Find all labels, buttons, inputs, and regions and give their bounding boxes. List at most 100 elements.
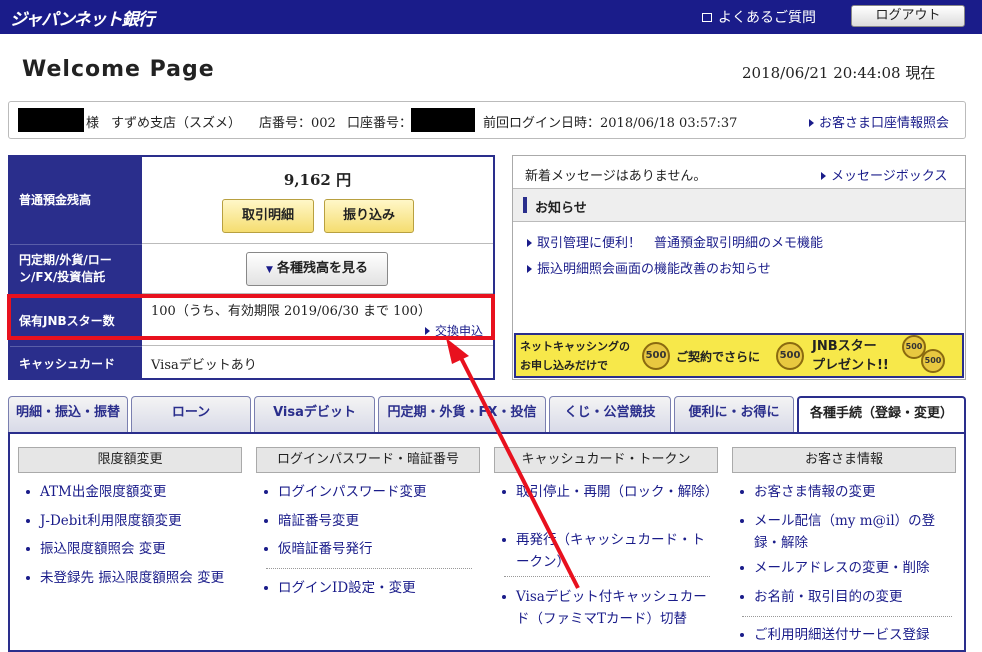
notice-header: お知らせ (513, 188, 965, 222)
category-tabs: 明細・振込・振替 ローン Visaデビット 円定期・外貨・FX・投信 くじ・公営… (8, 396, 966, 436)
banner-left-text: ネットキャッシングの お申し込みだけで (520, 337, 630, 375)
bullet (26, 519, 30, 523)
bullet (264, 586, 268, 590)
faq-label: よくあるご質問 (718, 10, 816, 26)
transaction-history-button[interactable]: 取引明細 (222, 199, 314, 233)
column-heading: お客さま情報 (732, 447, 956, 473)
view-balances-button[interactable]: ▼ 各種残高を見る (246, 252, 388, 286)
cash-card-value: Visaデビットあり (151, 358, 257, 373)
jnb-star-banner[interactable]: ネットキャッシングの お申し込みだけで 500 ご契約でさらに 500 JNBス… (514, 333, 964, 378)
list-item[interactable]: メールアドレスの変更・削除 (740, 557, 954, 579)
notice-item[interactable]: 取引管理に便利！ 普通預金取引明細のメモ機能 (527, 232, 823, 251)
banner-line1: ネットキャッシングの (520, 340, 630, 353)
item-label: 仮暗証番号発行 (278, 541, 373, 557)
bullet (264, 490, 268, 494)
item-label: 振込限度額照会 変更 (40, 541, 166, 557)
message-box-link[interactable]: メッセージボックス (821, 165, 947, 184)
tab-visa-debit[interactable]: Visaデビット (254, 396, 375, 432)
transfer-button[interactable]: 振り込み (324, 199, 414, 233)
arrow-right-icon (527, 265, 532, 273)
item-label: ログインパスワード変更 (278, 484, 427, 500)
list-item[interactable]: J-Debit利用限度額変更 (26, 510, 182, 532)
logout-button[interactable]: ログアウト (851, 5, 965, 27)
message-box-label: メッセージボックス (831, 169, 948, 184)
notice-text: 取引管理に便利！ 普通預金取引明細のメモ機能 (537, 236, 824, 251)
notice-item[interactable]: 振込明細照会画面の機能改善のお知らせ (527, 258, 771, 277)
arrow-right-icon (809, 119, 814, 127)
bullet (502, 595, 506, 599)
item-label: お名前・取引目的の変更 (754, 589, 903, 605)
tab-lottery[interactable]: くじ・公営競技 (549, 396, 671, 432)
new-message-status: 新着メッセージはありません。 (525, 169, 707, 184)
item-label: ご利用明細送付サービス登録 (754, 627, 930, 643)
list-item[interactable]: ご利用明細送付サービス登録 (740, 624, 954, 646)
current-datetime: 2018/06/21 20:44:08 現在 (742, 64, 936, 82)
item-label: お客さま情報の変更 (754, 484, 876, 500)
list-item[interactable]: お客さま情報の変更 (740, 481, 954, 503)
redacted-name (18, 108, 84, 132)
redacted-account-number (411, 108, 475, 132)
notice-heading: お知らせ (535, 201, 587, 216)
star-coin-icon: 500 (642, 342, 670, 370)
bullet (740, 633, 744, 637)
chevron-down-icon: ▼ (266, 265, 273, 275)
item-label: 取引停止・再開（ロック・解除） (516, 484, 719, 500)
bullet (740, 519, 744, 523)
list-item[interactable]: Visaデビット付キャッシュカード（ファミマTカード）切替 (502, 586, 712, 630)
list-item[interactable]: 暗証番号変更 (264, 510, 359, 532)
item-label: 再発行（キャッシュカード・トークン） (516, 532, 705, 570)
item-label: 未登録先 振込限度額照会 変更 (40, 570, 225, 586)
divider (504, 576, 710, 577)
bullet (26, 576, 30, 580)
tab-loan[interactable]: ローン (131, 396, 251, 432)
bullet (502, 490, 506, 494)
banner-right-line2: プレゼント!! (812, 358, 889, 373)
procedures-content: 限度額変更 ATM出金限度額変更 J-Debit利用限度額変更 振込限度額照会 … (8, 432, 966, 652)
bullet (264, 547, 268, 551)
faq-link[interactable]: よくあるご質問 (702, 7, 816, 27)
branch-name: すずめ支店（スズメ） (111, 116, 242, 131)
list-item[interactable]: 取引停止・再開（ロック・解除） (502, 481, 718, 503)
item-label: メール配信（my m@il）の登録・解除 (754, 513, 936, 551)
tab-convenience[interactable]: 便利に・お得に (674, 396, 794, 432)
account-info-link[interactable]: お客さま口座情報照会 (809, 112, 949, 131)
savings-amount: 9,162 円 (283, 171, 352, 189)
honorific: 様 (86, 116, 100, 131)
list-item[interactable]: ATM出金限度額変更 (26, 481, 166, 503)
banner-right-line1: JNBスター (812, 339, 877, 354)
branch-number: 店番号：002 (259, 116, 336, 131)
list-item[interactable]: お名前・取引目的の変更 (740, 586, 954, 608)
cash-card-cell: Visaデビットあり (142, 346, 493, 380)
tab-deposits-fx[interactable]: 円定期・外貨・FX・投信 (378, 396, 546, 432)
item-label: 暗証番号変更 (278, 513, 359, 529)
bullet (26, 490, 30, 494)
list-item[interactable]: 仮暗証番号発行 (264, 538, 373, 560)
star-coin-icon: 500 (921, 349, 945, 373)
list-item[interactable]: ログインパスワード変更 (264, 481, 427, 503)
savings-label: 普通預金残高 (10, 157, 142, 244)
other-products-label: 円定期/外貨/ローン/FX/投資信託 (10, 244, 142, 294)
divider (742, 616, 952, 617)
tab-procedures[interactable]: 各種手続（登録・変更） (797, 396, 966, 436)
list-item[interactable]: 振込限度額照会 変更 (26, 538, 166, 560)
account-number-label: 口座番号： (347, 116, 413, 131)
list-item[interactable]: メール配信（my m@il）の登録・解除 (740, 510, 954, 554)
window-icon (702, 13, 712, 22)
tab-statements[interactable]: 明細・振込・振替 (8, 396, 128, 432)
list-item[interactable]: 未登録先 振込限度額照会 変更 (26, 567, 225, 589)
list-item[interactable]: 再発行（キャッシュカード・トークン） (502, 529, 712, 573)
bullet (740, 490, 744, 494)
star-coin-icon: 500 (776, 342, 804, 370)
page-title: Welcome Page (22, 57, 215, 82)
bullet (740, 566, 744, 570)
list-item[interactable]: ログインID設定・変更 (264, 577, 416, 599)
bullet (264, 519, 268, 523)
notice-text: 振込明細照会画面の機能改善のお知らせ (537, 262, 771, 277)
highlight-box (7, 294, 495, 340)
bank-logo[interactable]: ジャパンネット銀行 (10, 5, 155, 30)
user-info-bar: 様 すずめ支店（スズメ） 店番号：002 口座番号： 前回ログイン日時：2018… (8, 101, 966, 139)
balance-panel: 普通預金残高 9,162 円 取引明細 振り込み 円定期/外貨/ローン/FX/投… (8, 155, 495, 380)
banner-mid-text: ご契約でさらに (676, 350, 761, 364)
savings-cell: 9,162 円 取引明細 振り込み (142, 157, 493, 244)
banner-right-text: JNBスター プレゼント!! (812, 337, 889, 375)
